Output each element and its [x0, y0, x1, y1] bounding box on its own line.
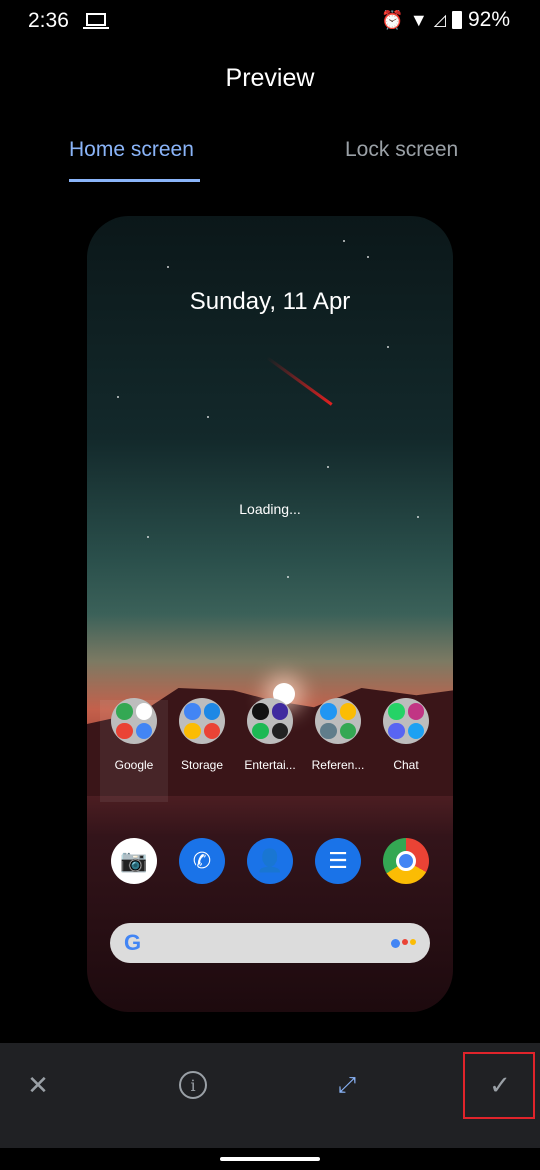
- alarm-icon: ⏰: [381, 9, 404, 30]
- folder-chat: Chat: [372, 698, 440, 772]
- close-button[interactable]: ✕: [18, 1065, 58, 1105]
- chrome-icon: [383, 838, 429, 884]
- folder-label: Referen...: [311, 758, 365, 772]
- signal-off-icon: ◿: [433, 12, 446, 29]
- folder-label: Chat: [393, 758, 419, 772]
- info-icon: i: [179, 1071, 207, 1099]
- date-widget: Sunday, 11 Apr: [189, 288, 351, 315]
- tab-lock-screen[interactable]: Lock screen: [345, 138, 458, 162]
- wallpaper-preview: Sunday, 11 Apr Loading... Google Storage…: [87, 216, 453, 1012]
- folder-entertainment: Entertai...: [236, 698, 304, 772]
- assistant-icon: [391, 938, 416, 948]
- messages-icon: ☰: [315, 838, 361, 884]
- home-indicator[interactable]: [220, 1157, 320, 1161]
- loading-text: Loading...: [239, 501, 301, 517]
- phone-icon: ✆: [179, 838, 225, 884]
- info-button[interactable]: i: [173, 1065, 213, 1105]
- folder-label: Storage: [180, 758, 224, 772]
- folder-icon: [179, 698, 225, 744]
- fullscreen-icon: ⤢: [338, 1072, 356, 1097]
- folder-label: Entertai...: [244, 758, 296, 772]
- meteor: [266, 356, 333, 406]
- close-icon: ✕: [27, 1069, 49, 1100]
- fullscreen-button[interactable]: ⤢: [327, 1065, 367, 1105]
- tab-home-screen[interactable]: Home screen: [69, 138, 194, 162]
- folder-reference: Referen...: [304, 698, 372, 772]
- folder-icon: [247, 698, 293, 744]
- highlight-box: [463, 1052, 535, 1119]
- battery-icon: [451, 11, 462, 29]
- contacts-icon: 👤: [247, 838, 293, 884]
- folder-icon: [315, 698, 361, 744]
- camera-go-icon: 📷: [111, 838, 157, 884]
- search-bar: G: [110, 923, 430, 963]
- tab-indicator: [69, 179, 200, 182]
- bottom-toolbar: [0, 1043, 540, 1148]
- laptop-icon: [83, 13, 109, 29]
- status-time: 2:36: [28, 9, 69, 32]
- battery-percent: 92%: [467, 8, 510, 31]
- folder-icon: [383, 698, 429, 744]
- folder-storage: Storage: [168, 698, 236, 772]
- wifi-icon: ▼: [409, 9, 428, 30]
- folder-google: Google: [100, 698, 168, 772]
- page-title: Preview: [225, 64, 315, 92]
- folder-icon: [111, 698, 157, 744]
- folder-label: Google: [114, 758, 154, 772]
- google-logo: G: [124, 930, 142, 955]
- system-icons: ⏰ ▼ ◿ 92%: [381, 8, 510, 32]
